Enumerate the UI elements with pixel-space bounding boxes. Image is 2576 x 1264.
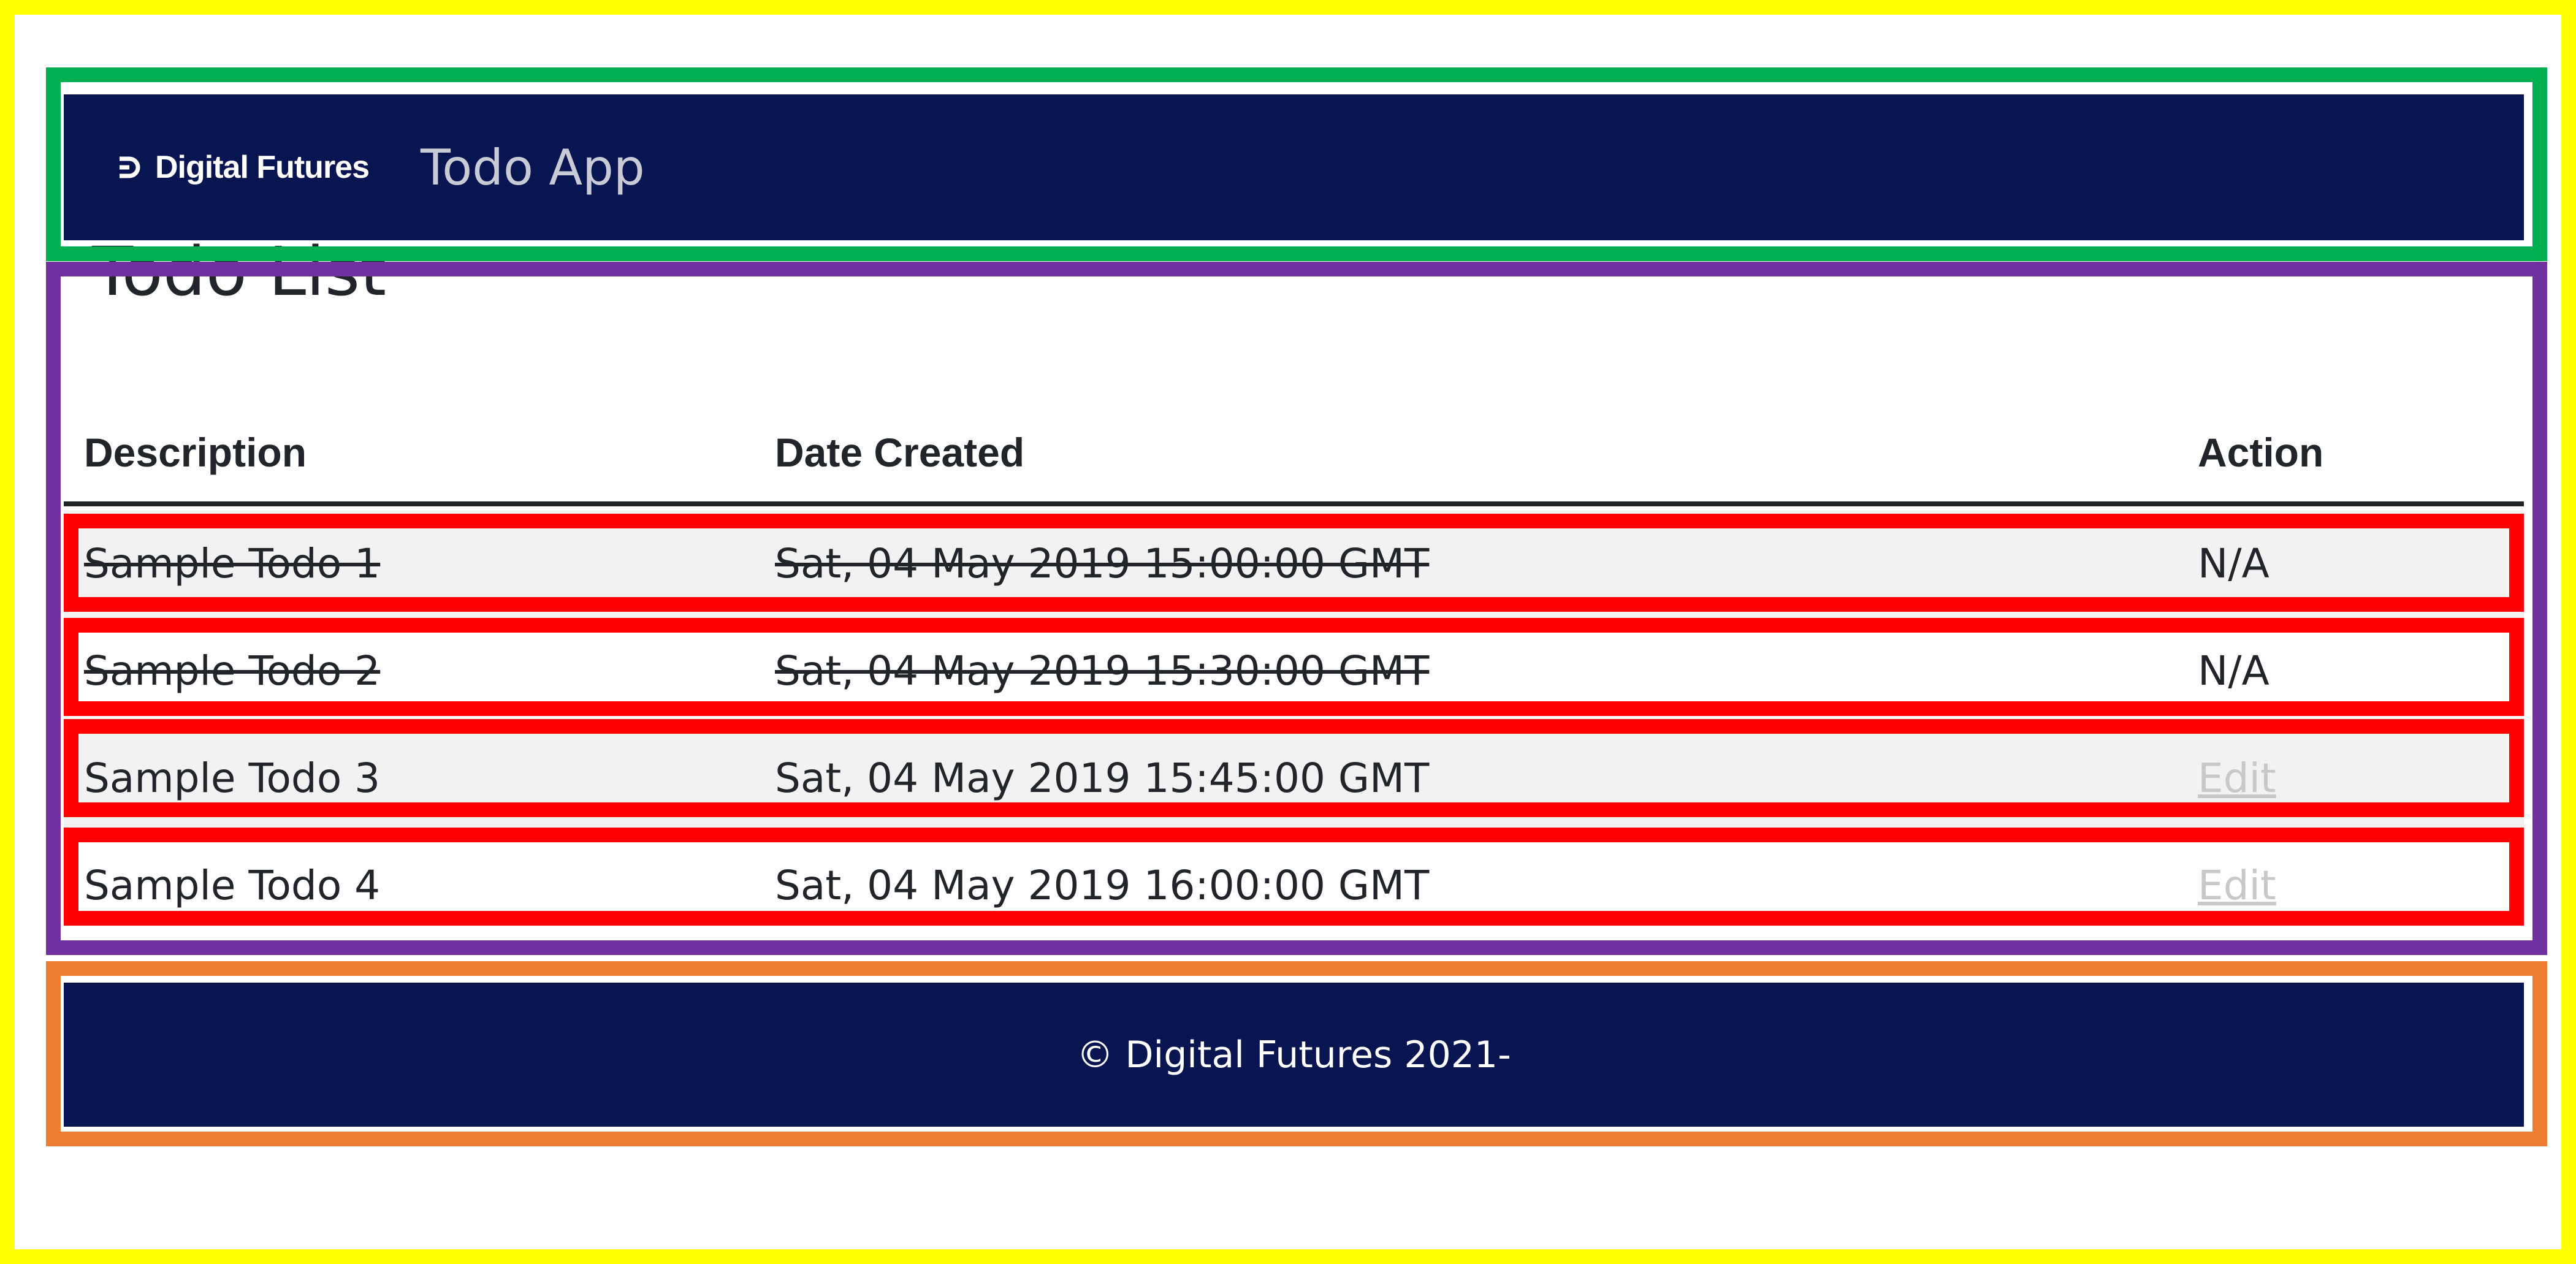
row-outline [64, 618, 2524, 716]
header-outline [46, 67, 2547, 261]
row-outline [64, 514, 2524, 612]
row-outline [64, 719, 2524, 817]
footer-outline [46, 961, 2547, 1146]
row-outline [64, 828, 2524, 926]
